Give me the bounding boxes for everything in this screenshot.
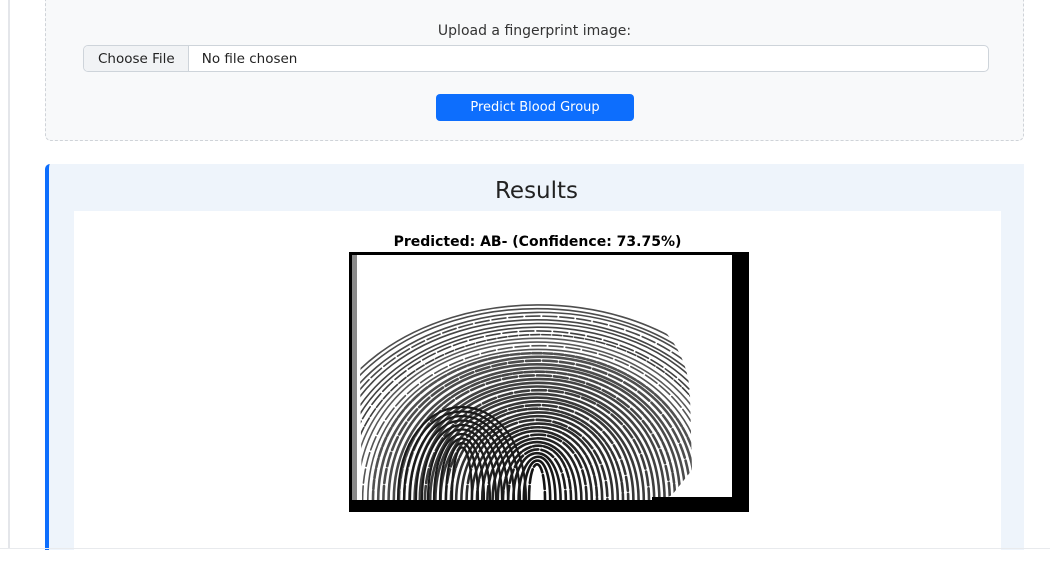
fingerprint-image (349, 252, 749, 512)
fingerprint-graphic (352, 255, 732, 500)
results-title: Results (494, 178, 579, 204)
upload-card: Upload a fingerprint image: Choose File … (45, 0, 1024, 141)
bottom-divider (0, 548, 1050, 549)
results-card: Results Predicted: AB- (Confidence: 73.7… (45, 164, 1024, 550)
choose-file-button[interactable]: Choose File (84, 46, 189, 71)
prediction-text: Predicted: AB- (Confidence: 73.75%) (393, 234, 682, 250)
upload-label: Upload a fingerprint image: (437, 23, 632, 39)
left-divider (8, 0, 10, 548)
file-status-text: No file chosen (201, 50, 298, 67)
fingerprint-image-content (352, 255, 732, 500)
results-panel: Predicted: AB- (Confidence: 73.75%) (74, 211, 1001, 550)
file-input[interactable]: Choose File No file chosen (83, 45, 989, 72)
predict-blood-group-button[interactable]: Predict Blood Group (436, 94, 634, 121)
page: Upload a fingerprint image: Choose File … (0, 0, 1050, 582)
